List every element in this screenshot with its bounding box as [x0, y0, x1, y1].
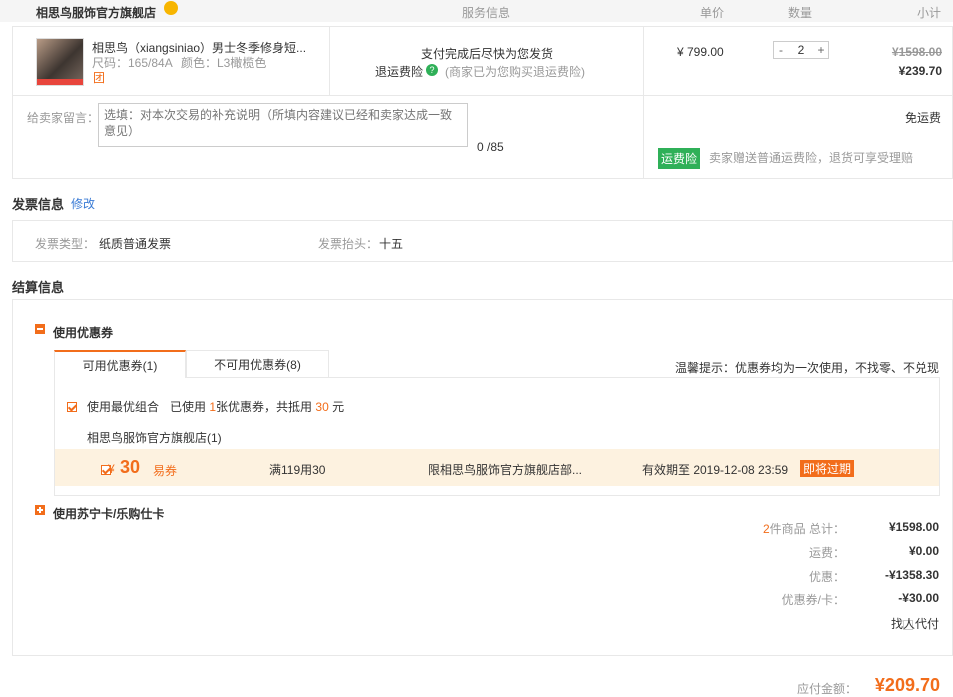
message-label: 给卖家留言： — [27, 111, 100, 125]
product-color: 颜色：L3橄榄色 — [181, 56, 267, 70]
unit-price: ¥ 799.00 — [677, 45, 724, 59]
shipping-insurance-badge: 运费险 — [658, 148, 701, 169]
summary-coupon-label: 优惠券/卡： — [781, 593, 845, 607]
item-count-suffix: 件商品 总计： — [769, 522, 845, 536]
coupon-tip: 温馨提示：优惠券均为一次使用，不找零、不兑现 — [674, 361, 939, 375]
summary-discount: -¥1358.30 — [884, 568, 939, 582]
best-combo-checkbox[interactable] — [67, 401, 77, 412]
invoice-head-label: 发票抬头： — [318, 237, 379, 251]
tab-unavailable-coupons[interactable]: 不可用优惠券(8) — [186, 350, 329, 378]
summary-discount-label: 优惠： — [808, 570, 845, 584]
header-unit-price: 单价 — [700, 6, 725, 20]
coupon-shop-name: 相思鸟服饰官方旗舰店(1) — [87, 431, 222, 445]
service-delivery: 支付完成后尽快为您发货 — [421, 47, 554, 61]
shipping-insurance-note: 卖家赠送普通运费险，退货可享受理赔 — [709, 151, 914, 165]
subtotal-original: ¥1598.00 — [891, 45, 942, 59]
message-char-count: 0 /85 — [477, 140, 504, 154]
divider — [329, 27, 330, 95]
divider — [643, 27, 644, 178]
coupon-rule: 满119用30 — [269, 463, 326, 477]
header-quantity: 数量 — [788, 6, 813, 20]
payable-label: 应付金额： — [796, 682, 857, 696]
used-mid: 张优惠券，共抵用 — [216, 400, 313, 414]
item-count: 2 — [762, 522, 770, 536]
quantity-stepper[interactable]: - 2 + — [773, 41, 829, 59]
product-thumbnail[interactable] — [36, 38, 84, 86]
shop-name[interactable]: 相思鸟服饰官方旗舰店 — [36, 4, 156, 21]
invoice-type-value: 纸质普通发票 — [99, 237, 172, 251]
subtotal: ¥239.70 — [898, 64, 942, 78]
expiring-badge: 即将过期 — [800, 460, 855, 477]
summary-coupon: -¥30.00 — [898, 591, 939, 605]
message-input[interactable] — [98, 103, 468, 147]
header-subtotal: 小计 — [917, 6, 942, 20]
invoice-head-value: 十五 — [379, 237, 404, 251]
settlement-title: 结算信息 — [12, 280, 65, 295]
group-tag: 团 — [93, 71, 106, 85]
help-icon[interactable]: ? — [426, 64, 438, 76]
coupon-type: 易券 — [153, 464, 178, 478]
minus-button[interactable]: - — [774, 43, 788, 57]
plus-button[interactable]: + — [814, 43, 828, 57]
quantity-value[interactable]: 2 — [798, 43, 805, 57]
used-suffix: 元 — [332, 400, 345, 414]
best-combo-label[interactable]: 使用最优组合 — [87, 398, 159, 415]
proxy-pay-label[interactable]: 找人代付 — [891, 615, 939, 632]
tab-available-coupons[interactable]: 可用优惠券(1) — [54, 350, 186, 378]
return-insurance-label: 退运费险 — [375, 65, 424, 79]
used-pre: 已使用 — [170, 400, 207, 414]
collapse-icon[interactable] — [35, 324, 45, 334]
invoice-edit-link[interactable]: 修改 — [71, 195, 95, 212]
summary-shipping: ¥0.00 — [908, 544, 939, 558]
header-service: 服务信息 — [462, 6, 511, 20]
card-section-title[interactable]: 使用苏宁卡/乐购仕卡 — [53, 505, 164, 522]
payable-amount: ¥209.70 — [874, 675, 940, 695]
used-amount: 30 — [315, 400, 329, 414]
invoice-title: 发票信息 — [12, 197, 65, 212]
coupon-expiry: 有效期至 2019-12-08 23:59 — [642, 463, 789, 477]
coupon-currency: ¥ — [108, 462, 115, 476]
invoice-type-label: 发票类型： — [35, 237, 96, 251]
summary-total: ¥1598.00 — [888, 520, 939, 534]
coupon-section-title[interactable]: 使用优惠券 — [53, 324, 113, 341]
summary-shipping-label: 运费： — [808, 546, 845, 560]
coupon-scope: 限相思鸟服饰官方旗舰店部... — [428, 463, 583, 477]
coupon-amount: 30 — [120, 457, 141, 477]
free-shipping: 免运费 — [904, 111, 941, 125]
expand-icon[interactable] — [35, 505, 45, 515]
summary-count: 2件商品 总计： — [763, 520, 845, 537]
coupon-used-summary: 已使用 1张优惠券，共抵用 30 元 — [170, 398, 344, 415]
divider — [13, 95, 952, 96]
shop-badge-icon — [164, 1, 178, 15]
return-insurance-note: (商家已为您购买退运费险) — [445, 65, 585, 79]
